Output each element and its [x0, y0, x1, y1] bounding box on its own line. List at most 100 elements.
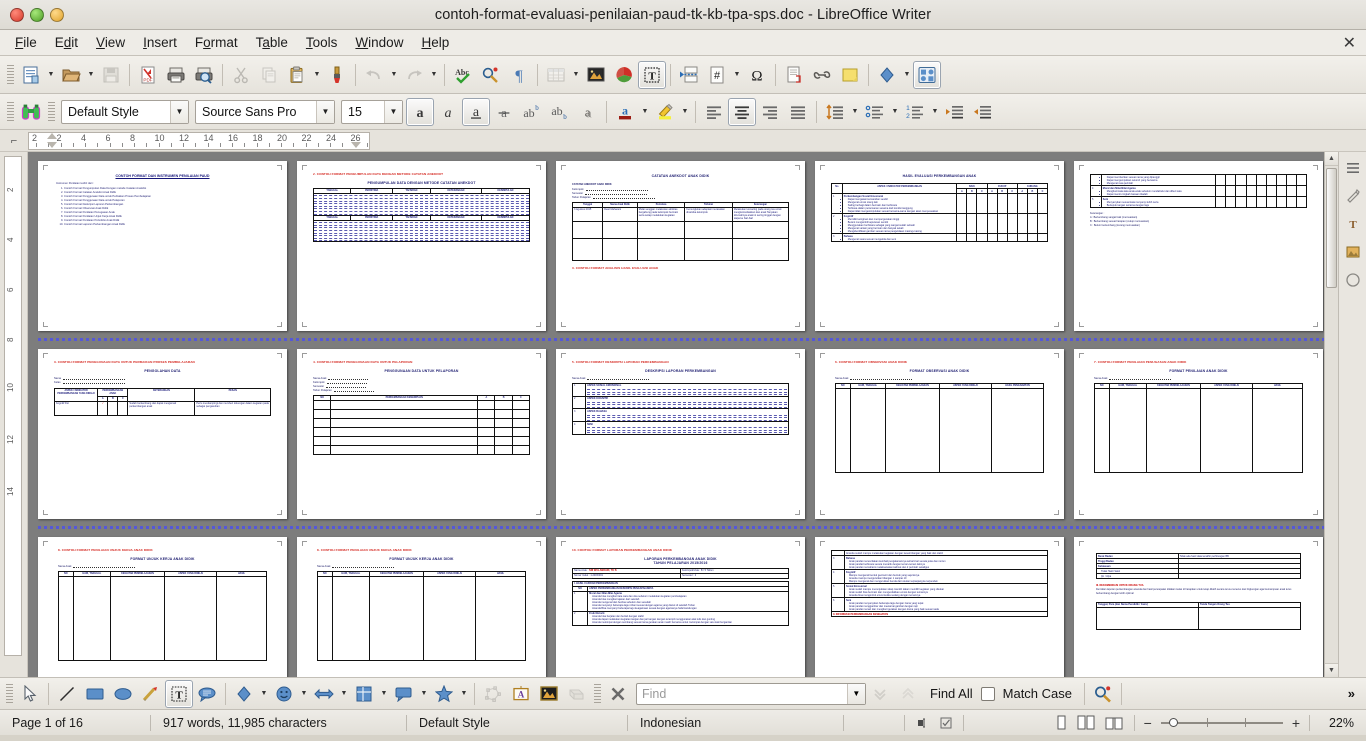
- match-case-checkbox[interactable]: [980, 686, 995, 701]
- horizontal-ruler[interactable]: 2 2 4 6 8 10 12 14 16 18 20 22 24 26: [28, 132, 370, 150]
- sidebar-gallery-icon[interactable]: [1341, 240, 1365, 264]
- page15-signature-table[interactable]: Tanggal, Para (dan Nama Pendidik / Guru)…: [1096, 601, 1301, 630]
- find-history-dropdown-icon[interactable]: ▼: [846, 683, 865, 704]
- italic-icon[interactable]: a: [434, 98, 462, 126]
- vertical-scrollbar[interactable]: ▲ ▼: [1324, 152, 1338, 677]
- document-page-5[interactable]: Dapat memberikan sesuai nama yang dipang…: [1074, 161, 1323, 331]
- page2-table[interactable]: TANGGAL PERISTIWA TAFSIRAN KETERANGAN KE…: [312, 187, 531, 243]
- redo-dropdown-icon[interactable]: ▼: [428, 62, 440, 88]
- insert-text-box-icon[interactable]: T: [638, 60, 666, 89]
- find-input-wrapper[interactable]: ▼: [636, 682, 866, 705]
- sidebar-styles-icon[interactable]: T: [1341, 212, 1365, 236]
- page-indicator[interactable]: Page 1 of 16: [0, 716, 150, 730]
- block-arrows-dropdown-icon[interactable]: ▼: [338, 681, 350, 707]
- menu-format[interactable]: Format: [186, 32, 247, 53]
- document-page-11[interactable]: 8. CONTOH FORMAT PENILAIAN UNJUK KERJA A…: [38, 537, 287, 677]
- decrease-indent-icon[interactable]: [969, 98, 997, 126]
- basic-shapes-dropdown-icon[interactable]: ▼: [258, 681, 270, 707]
- document-page-1[interactable]: CONTOH FORMAT DAN INSTRUMEN PENILAIAN PA…: [38, 161, 287, 331]
- insert-line-icon[interactable]: [53, 680, 81, 708]
- stars-dropdown-icon[interactable]: ▼: [458, 681, 470, 707]
- draw-functions-icon[interactable]: [873, 61, 901, 89]
- font-name-dropdown-icon[interactable]: ▼: [316, 100, 334, 123]
- paragraph-style-dropdown-icon[interactable]: ▼: [170, 100, 188, 123]
- first-line-indent-marker[interactable]: [47, 133, 57, 139]
- draw-functions-dropdown-icon[interactable]: ▼: [901, 62, 913, 88]
- page4-table[interactable]: No ASPEK / INDIKATOR PERKEMBANGAN BAIK C…: [831, 183, 1049, 242]
- sidebar-navigator-icon[interactable]: [1341, 268, 1365, 292]
- scroll-up-arrow-icon[interactable]: ▲: [1325, 152, 1338, 166]
- page-style[interactable]: Default Style: [407, 716, 627, 730]
- close-document-button[interactable]: ✕: [1343, 33, 1356, 53]
- increase-indent-icon[interactable]: [941, 98, 969, 126]
- zoom-slider[interactable]: [1160, 715, 1283, 731]
- font-color-dropdown-icon[interactable]: ▼: [639, 99, 651, 125]
- new-document-dropdown-icon[interactable]: ▼: [45, 62, 57, 88]
- document-modified-icon[interactable]: [939, 716, 953, 730]
- undo-dropdown-icon[interactable]: ▼: [388, 62, 400, 88]
- search-input[interactable]: [637, 683, 847, 704]
- page12-table[interactable]: NO HARI, TANGGAL KEGIATAN PEMBELAJARAN A…: [317, 570, 526, 661]
- page6-table[interactable]: ASPEK / INDIKATOR PERKEMBANGAN YANG DINI…: [53, 387, 271, 416]
- menu-help[interactable]: Help: [412, 32, 458, 53]
- document-page-14[interactable]: Ananda sudah mampu melakukan kegiatan de…: [815, 537, 1064, 677]
- insert-footnote-icon[interactable]: [780, 61, 808, 89]
- toolbar-overflow-button[interactable]: »: [1340, 683, 1363, 704]
- drawbar-grip[interactable]: [6, 683, 13, 704]
- save-document-icon[interactable]: [97, 61, 125, 89]
- vertical-ruler[interactable]: 2 4 6 8 10 12 14: [0, 152, 28, 677]
- find-toolbar-grip[interactable]: [594, 683, 601, 704]
- gallery-icon[interactable]: [913, 60, 941, 89]
- unordered-list-dropdown-icon[interactable]: ▼: [889, 99, 901, 125]
- minimize-window-button[interactable]: [30, 7, 44, 22]
- undo-icon[interactable]: [360, 61, 388, 89]
- document-page-10[interactable]: 7. CONTOH FORMAT PENILAIAN PENUGASAN ANA…: [1074, 349, 1323, 519]
- copy-icon[interactable]: [255, 61, 283, 89]
- scroll-down-arrow-icon[interactable]: ▼: [1325, 663, 1338, 677]
- redo-icon[interactable]: [400, 61, 428, 89]
- auto-spellcheck-icon[interactable]: [477, 61, 505, 89]
- page13-info-table[interactable]: Nama Anak : SRI WULANDARI, TK B Kelompok…: [572, 567, 789, 579]
- left-indent-marker[interactable]: [47, 142, 57, 148]
- word-count[interactable]: 917 words, 11,985 characters: [151, 716, 406, 730]
- right-indent-marker[interactable]: [351, 142, 361, 148]
- insert-chart-icon[interactable]: [610, 61, 638, 89]
- document-page-4[interactable]: HASIL EVALUASI PERKEMBANGAN ANAK No ASPE…: [815, 161, 1064, 331]
- ellipse-icon[interactable]: [109, 680, 137, 708]
- align-left-icon[interactable]: [700, 98, 728, 126]
- toolbar-grip[interactable]: [7, 64, 14, 85]
- print-document-icon[interactable]: [162, 61, 190, 89]
- formatting-toolbar-grip[interactable]: [7, 101, 14, 122]
- font-size-combo[interactable]: 15 ▼: [341, 99, 403, 124]
- align-right-icon[interactable]: [756, 98, 784, 126]
- justified-icon[interactable]: [784, 98, 812, 126]
- open-document-dropdown-icon[interactable]: ▼: [85, 62, 97, 88]
- line-spacing-icon[interactable]: [821, 98, 849, 126]
- page11-table[interactable]: NO HARI, TANGGAL KEGIATAN PEMBELAJARAN A…: [58, 570, 267, 661]
- paste-dropdown-icon[interactable]: ▼: [311, 62, 323, 88]
- insert-text-box-icon[interactable]: T: [165, 679, 193, 708]
- new-document-icon[interactable]: [17, 61, 45, 89]
- page13-main-table[interactable]: I. HASIL CAPAIAN PERKEMBANGAN NO ASPEK P…: [571, 580, 789, 626]
- print-preview-icon[interactable]: [190, 61, 218, 89]
- page-canvas[interactable]: CONTOH FORMAT DAN INSTRUMEN PENILAIAN PA…: [28, 152, 1324, 677]
- ordered-list-dropdown-icon[interactable]: ▼: [929, 99, 941, 125]
- menu-file[interactable]: File: [6, 32, 46, 53]
- callout-shapes-icon[interactable]: [390, 680, 418, 708]
- binoculars-icon[interactable]: [17, 98, 45, 126]
- font-color-icon[interactable]: a: [611, 98, 639, 126]
- document-page-8[interactable]: 5. CONTOH FORMAT DESKRIPSI LAPORAN PERKE…: [556, 349, 805, 519]
- document-page-15[interactable]: Berat Badan Tidak ada hasil data terakhi…: [1074, 537, 1323, 677]
- document-page-7[interactable]: 4. CONTOH FORMAT PENGGUNAAN DATA UNTUK P…: [297, 349, 546, 519]
- line-spacing-dropdown-icon[interactable]: ▼: [849, 99, 861, 125]
- close-find-toolbar-icon[interactable]: [604, 680, 632, 708]
- subscript-icon[interactable]: ab b: [546, 98, 574, 126]
- insert-comment-icon[interactable]: [836, 61, 864, 89]
- rectangle-icon[interactable]: [81, 680, 109, 708]
- highlighting-color-dropdown-icon[interactable]: ▼: [679, 99, 691, 125]
- page8-table[interactable]: 1 ASPEK SOSIAL EMOSIONAL 2 ASPEK KOGNITI…: [572, 382, 790, 435]
- style-grip[interactable]: [48, 101, 55, 122]
- select-icon[interactable]: [16, 680, 44, 708]
- underline-icon[interactable]: a: [462, 97, 490, 126]
- insert-table-icon[interactable]: [542, 61, 570, 89]
